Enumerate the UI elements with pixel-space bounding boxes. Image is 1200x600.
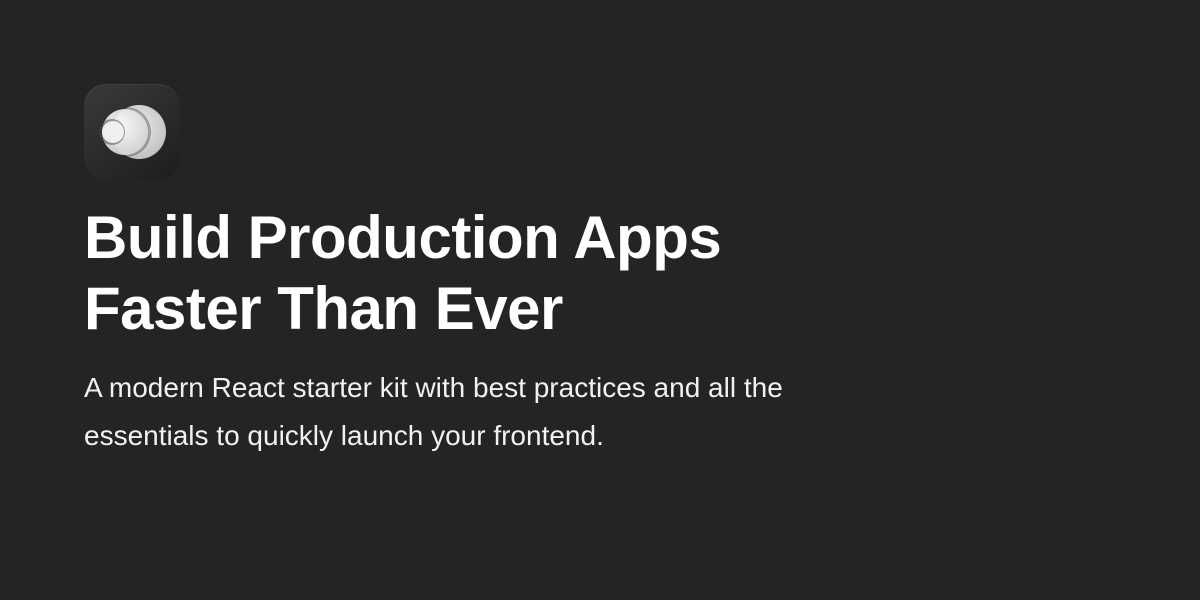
hero-section: Build Production Apps Faster Than Ever A… [84, 84, 1084, 460]
app-logo [84, 84, 180, 180]
subtitle-line-2: essentials to quickly launch your fronte… [84, 420, 604, 451]
title-line-2: Faster Than Ever [84, 275, 563, 342]
page-subtitle: A modern React starter kit with best pra… [84, 364, 984, 460]
overlapping-circles-icon [99, 105, 166, 159]
page-title: Build Production Apps Faster Than Ever [84, 202, 1084, 344]
subtitle-line-1: A modern React starter kit with best pra… [84, 372, 783, 403]
title-line-1: Build Production Apps [84, 204, 722, 271]
